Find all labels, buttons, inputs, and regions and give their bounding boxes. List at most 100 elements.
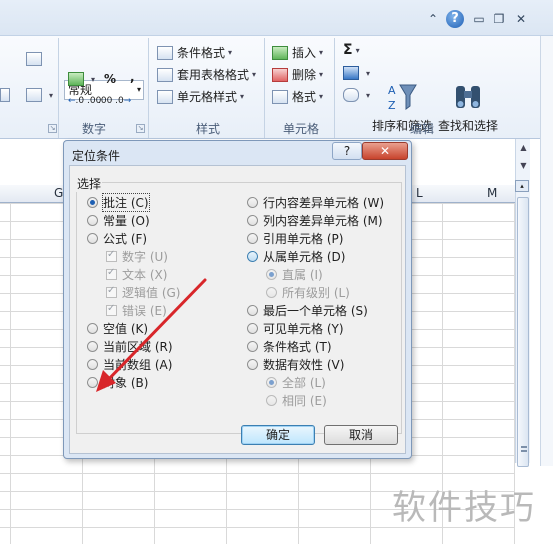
find-select-label: 查找和选择	[438, 119, 499, 133]
option-label: 批注 (C)	[102, 193, 150, 212]
dialog-close-button[interactable]: ✕	[362, 142, 408, 160]
find-select-button[interactable]: 查找和选择	[438, 82, 498, 134]
ribbon-side-panel	[540, 36, 553, 466]
option-visible-cells[interactable]: 可见单元格 (Y)	[247, 321, 344, 336]
option-formulas[interactable]: 公式 (F)	[87, 231, 147, 246]
radio-icon	[87, 215, 98, 226]
option-precedents[interactable]: 引用单元格 (P)	[247, 231, 343, 246]
editing-group-label: 编辑	[410, 122, 435, 136]
validation-same-radio[interactable]: 相同 (E)	[266, 393, 327, 408]
option-objects[interactable]: 对象 (B)	[87, 375, 148, 390]
option-label: 公式 (F)	[103, 232, 148, 246]
radio-icon	[87, 359, 98, 370]
radio-icon	[247, 323, 258, 334]
close-icon[interactable]: ✕	[512, 10, 530, 28]
option-data-validation[interactable]: 数据有效性 (V)	[247, 357, 344, 372]
option-label: 全部 (L)	[282, 376, 326, 390]
validation-all-radio[interactable]: 全部 (L)	[266, 375, 326, 390]
format-label: 格式	[292, 90, 317, 104]
scroll-down-icon[interactable]: ▼	[518, 161, 529, 170]
merge-center-icon[interactable]: ▾	[26, 88, 53, 102]
conditional-format-button[interactable]: 条件格式 ▾	[157, 44, 232, 61]
expand-formula-bar-icon[interactable]: ▴	[515, 180, 529, 192]
dialog-help-button[interactable]: ?	[332, 142, 362, 160]
option-label: 文本 (X)	[122, 268, 168, 282]
option-label: 可见单元格 (Y)	[263, 322, 344, 336]
comma-button[interactable]: ,	[130, 70, 135, 84]
option-conditional-formats[interactable]: 条件格式 (T)	[247, 339, 332, 354]
cell-styles-button[interactable]: 单元格样式 ▾	[157, 88, 244, 105]
option-label: 条件格式 (T)	[263, 340, 332, 354]
checkbox-icon	[106, 267, 117, 280]
scrollbar-thumb[interactable]	[517, 197, 529, 467]
option-row-differences[interactable]: 行内容差异单元格 (W)	[247, 195, 384, 210]
cell-styles-icon	[157, 89, 173, 104]
scroll-up-icon[interactable]: ▲	[518, 143, 529, 152]
option-current-region[interactable]: 当前区域 (R)	[87, 339, 173, 354]
option-last-cell[interactable]: 最后一个单元格 (S)	[247, 303, 368, 318]
ok-button[interactable]: 确定	[241, 425, 315, 445]
option-label: 列内容差异单元格 (M)	[263, 214, 383, 228]
select-group-title: 选择	[76, 175, 103, 192]
option-constants[interactable]: 常量 (O)	[87, 213, 150, 228]
radio-icon	[247, 305, 258, 316]
option-label: 对象 (B)	[103, 376, 149, 390]
option-label: 相同 (E)	[282, 394, 327, 408]
dependents-all-levels-radio[interactable]: 所有级别 (L)	[266, 285, 350, 300]
radio-icon	[247, 341, 258, 352]
radio-icon	[87, 233, 98, 244]
option-label: 引用单元格 (P)	[263, 232, 344, 246]
option-current-array[interactable]: 当前数组 (A)	[87, 357, 172, 372]
styles-group-label: 样式	[196, 122, 221, 136]
cell-styles-label: 单元格样式	[177, 90, 238, 104]
formula-text-checkbox[interactable]: 文本 (X)	[106, 267, 167, 282]
option-dependents[interactable]: 从属单元格 (D)	[247, 249, 345, 264]
formula-errors-checkbox[interactable]: 错误 (E)	[106, 303, 167, 318]
wrap-text-icon[interactable]	[26, 52, 46, 66]
option-label: 错误 (E)	[122, 304, 167, 318]
conditional-format-icon	[157, 45, 173, 60]
insert-button[interactable]: 插入 ▾	[272, 44, 323, 61]
formula-numbers-checkbox[interactable]: 数字 (U)	[106, 249, 168, 264]
option-label: 当前区域 (R)	[103, 340, 173, 354]
align-icon[interactable]	[0, 88, 14, 102]
cancel-button[interactable]: 取消	[324, 425, 398, 445]
minimize-icon[interactable]: ▭	[470, 10, 488, 28]
alignment-launcher-icon[interactable]: ↘	[48, 124, 57, 133]
binoculars-icon	[456, 86, 480, 108]
option-column-differences[interactable]: 列内容差异单元格 (M)	[247, 213, 383, 228]
delete-icon	[272, 67, 288, 82]
help-icon[interactable]: ?	[446, 10, 464, 28]
option-label: 数字 (U)	[122, 250, 168, 264]
option-blanks[interactable]: 空值 (K)	[87, 321, 148, 336]
clear-button[interactable]: ▾	[343, 88, 370, 102]
delete-button[interactable]: 删除 ▾	[272, 66, 323, 83]
formula-logicals-checkbox[interactable]: 逻辑值 (G)	[106, 285, 180, 300]
fill-button[interactable]: ▾	[343, 66, 370, 80]
insert-icon	[272, 45, 288, 60]
radio-icon	[266, 269, 277, 280]
autosum-button[interactable]: Σ ▾	[343, 42, 360, 58]
percent-button[interactable]: %	[104, 72, 116, 86]
eraser-icon	[343, 88, 359, 102]
restore-icon[interactable]: ❐	[490, 10, 508, 28]
ribbon-collapse-icon[interactable]: ⌃	[424, 10, 442, 28]
currency-button[interactable]: ▾	[68, 72, 95, 86]
window-title-bar: ⌃ ? ▭ ❐ ✕	[0, 0, 553, 36]
format-as-table-button[interactable]: 套用表格格式 ▾	[157, 66, 256, 83]
column-header[interactable]: L	[416, 186, 423, 200]
number-launcher-icon[interactable]: ↘	[136, 124, 145, 133]
cells-group-label: 单元格	[283, 122, 320, 136]
dependents-direct-radio[interactable]: 直属 (I)	[266, 267, 323, 282]
ribbon: ▾ ↘ 常规 ▾ ▾ % , ← .0 .00 .00 .0 → 数字 ↘ 条件格式…	[0, 36, 540, 139]
increase-decimal-button[interactable]: ← .0 .00	[68, 96, 101, 106]
column-header[interactable]: G	[54, 186, 63, 200]
column-header[interactable]: M	[487, 186, 497, 200]
option-comments[interactable]: 批注 (C)	[87, 193, 150, 212]
svg-text:A: A	[388, 84, 396, 97]
decrease-decimal-button[interactable]: .00 .0 →	[98, 96, 131, 106]
chevron-down-icon: ▾	[136, 85, 141, 94]
svg-text:Z: Z	[388, 99, 396, 112]
option-label: 直属 (I)	[282, 268, 323, 282]
format-button[interactable]: 格式 ▾	[272, 88, 323, 105]
